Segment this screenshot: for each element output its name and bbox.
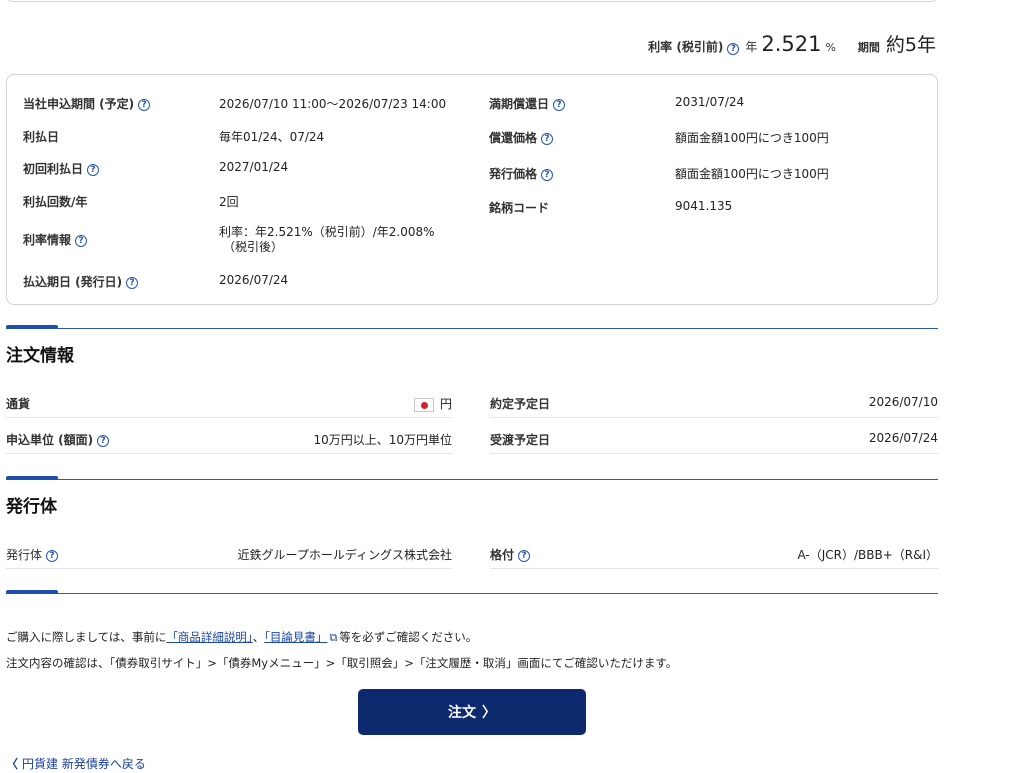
detail-label: 当社申込期間 (予定)	[23, 97, 135, 111]
contract-date-label: 約定予定日	[490, 397, 551, 411]
detail-value: 2026/07/24	[219, 273, 289, 287]
help-icon[interactable]: ?	[727, 43, 740, 55]
section-accent	[6, 590, 58, 594]
currency-row: 通貨 円	[6, 388, 452, 418]
issuer-value: 近鉄グループホールディングス株式会社	[237, 548, 452, 562]
help-icon[interactable]: ?	[97, 434, 110, 447]
detail-label: 満期償還日	[489, 97, 550, 111]
detail-label: 払込期日 (発行日)	[23, 275, 123, 289]
unit-row: 申込単位 (額面)? 10万円以上、10万円単位	[6, 424, 452, 454]
chevron-right-icon: 〉	[482, 705, 496, 721]
detail-value: 2026/07/10 11:00〜2026/07/23 14:00	[219, 97, 447, 111]
contract-date-row: 約定予定日 2026/07/10	[490, 388, 938, 418]
term-label: 期間	[857, 41, 880, 54]
issuer-row: 発行体? 近鉄グループホールディングス株式会社	[6, 539, 452, 569]
section-accent	[6, 476, 58, 480]
japan-flag-icon	[413, 397, 434, 412]
detail-label: 初回利払日	[23, 162, 84, 176]
help-icon[interactable]: ?	[553, 98, 566, 111]
unit-label: 申込単位 (額面)	[6, 433, 94, 447]
detail-value: 9041.135	[675, 199, 733, 213]
external-link-icon: ⧉	[329, 631, 338, 644]
detail-value: 額面金額100円につき100円	[675, 167, 829, 181]
rating-row: 格付? A-（JCR）/BBB+（R&I）	[490, 539, 938, 569]
bond-detail-box: 当社申込期間 (予定)? 2026/07/10 11:00〜2026/07/23…	[6, 74, 938, 305]
help-icon[interactable]: ?	[138, 98, 151, 111]
help-icon[interactable]: ?	[541, 132, 554, 145]
section-divider	[6, 328, 938, 329]
rate-unit: %	[825, 41, 836, 54]
delivery-date-label: 受渡予定日	[490, 433, 551, 447]
previous-card-frame	[6, 0, 938, 2]
chevron-left-icon: 〈	[6, 757, 19, 771]
help-icon[interactable]: ?	[46, 549, 59, 562]
detail-value: 利率：年2.521%（税引前）/年2.008%	[219, 225, 435, 239]
currency-label: 通貨	[6, 397, 31, 411]
rate-label: 利率 (税引前)	[648, 40, 724, 54]
detail-value-sub: （税引後）	[223, 240, 284, 254]
help-icon[interactable]: ?	[541, 168, 554, 181]
detail-value: 額面金額100円につき100円	[675, 131, 829, 145]
unit-value: 10万円以上、10万円単位	[313, 433, 452, 447]
notes-line-2: 注文内容の確認は、「債券取引サイト」>「債券Myメニュー」>「取引照会」>「注文…	[6, 656, 678, 670]
detail-label: 償還価格	[489, 131, 538, 145]
notes-line-1: ご購入に際しましては、事前に「商品詳細説明」、「目論見書」 ⧉ 等を必ずご確認くださ…	[6, 630, 478, 644]
currency-value: 円	[439, 397, 452, 411]
rate-value: 2.521	[761, 32, 822, 56]
order-button-label: 注文	[448, 705, 476, 721]
help-icon[interactable]: ?	[75, 234, 88, 247]
term-value: 約5年	[885, 34, 936, 56]
detail-label: 発行価格	[489, 167, 538, 181]
rate-summary: 利率 (税引前) ? 年 2.521 % 期間 約5年	[648, 30, 936, 57]
detail-label: 利払回数/年	[23, 195, 88, 209]
rate-prefix: 年	[745, 40, 758, 54]
rating-value: A-（JCR）/BBB+（R&I）	[797, 548, 938, 562]
issuer-title: 発行体	[6, 497, 57, 517]
delivery-date-value: 2026/07/24	[868, 431, 938, 445]
detail-label: 利率情報	[23, 233, 72, 247]
detail-value: 毎年01/24、07/24	[219, 130, 325, 144]
help-icon[interactable]: ?	[126, 276, 139, 289]
back-link[interactable]: 〈円貨建 新発債券へ戻る	[6, 755, 146, 772]
detail-label: 利払日	[23, 130, 60, 144]
section-divider	[6, 593, 938, 594]
rate-info-value: 利率：年2.521%（税引前）/年2.008% （税引後）	[219, 223, 435, 254]
delivery-date-row: 受渡予定日 2026/07/24	[490, 424, 938, 454]
order-info-title: 注文情報	[6, 346, 74, 366]
rating-label: 格付	[490, 548, 515, 562]
detail-label: 銘柄コード	[489, 201, 550, 215]
prospectus-link[interactable]: 「目論見書」	[264, 630, 327, 644]
section-divider	[6, 479, 938, 480]
section-accent	[6, 325, 58, 329]
issuer-label: 発行体	[6, 548, 43, 562]
back-link-label: 円貨建 新発債券へ戻る	[22, 757, 146, 771]
detail-value: 2027/01/24	[219, 160, 289, 174]
product-detail-link[interactable]: 「商品詳細説明」	[166, 630, 252, 644]
detail-value: 2031/07/24	[675, 95, 745, 109]
help-icon[interactable]: ?	[518, 549, 531, 562]
detail-value: 2回	[219, 195, 239, 209]
contract-date-value: 2026/07/10	[868, 395, 938, 409]
order-button[interactable]: 注文 〉	[358, 689, 586, 735]
help-icon[interactable]: ?	[87, 163, 100, 176]
